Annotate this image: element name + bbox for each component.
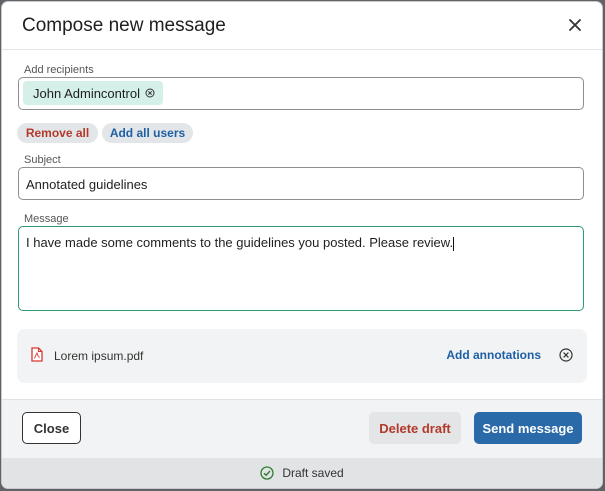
message-label: Message	[24, 213, 69, 225]
recipients-field[interactable]: John Admincontrol	[18, 77, 584, 110]
subject-value: Annotated guidelines	[26, 177, 148, 192]
compose-dialog: Compose new message Add recipients John …	[2, 2, 602, 488]
status-text: Draft saved	[282, 466, 344, 480]
text-cursor	[453, 236, 455, 251]
message-text: I have made some comments to the guideli…	[26, 235, 454, 250]
recipients-label: Add recipients	[24, 64, 94, 76]
remove-circle-icon[interactable]	[559, 348, 573, 367]
add-annotations-link[interactable]: Add annotations	[446, 348, 541, 362]
attachment-filename[interactable]: Lorem ipsum.pdf	[54, 349, 143, 363]
remove-circle-icon[interactable]	[145, 88, 155, 98]
attachment-row: Lorem ipsum.pdf Add annotations	[17, 329, 587, 383]
subject-input[interactable]: Annotated guidelines	[18, 167, 584, 200]
dialog-title: Compose new message	[22, 15, 226, 36]
subject-label: Subject	[24, 154, 61, 166]
dialog-header: Compose new message	[2, 2, 602, 50]
delete-draft-button[interactable]: Delete draft	[369, 412, 461, 444]
message-value: I have made some comments to the guideli…	[26, 235, 455, 251]
recipient-chip-label: John Admincontrol	[33, 85, 140, 101]
check-circle-icon	[260, 466, 274, 480]
pdf-file-icon	[31, 347, 43, 367]
close-button[interactable]: Close	[22, 412, 81, 444]
add-all-users-button[interactable]: Add all users	[102, 123, 193, 143]
send-message-button[interactable]: Send message	[474, 412, 582, 444]
close-icon[interactable]	[564, 14, 586, 36]
message-textarea[interactable]: I have made some comments to the guideli…	[18, 226, 584, 311]
remove-all-button[interactable]: Remove all	[17, 123, 98, 143]
recipient-chip[interactable]: John Admincontrol	[23, 81, 163, 105]
status-bar: Draft saved	[2, 458, 602, 488]
dialog-footer: Close Delete draft Send message	[2, 399, 602, 458]
